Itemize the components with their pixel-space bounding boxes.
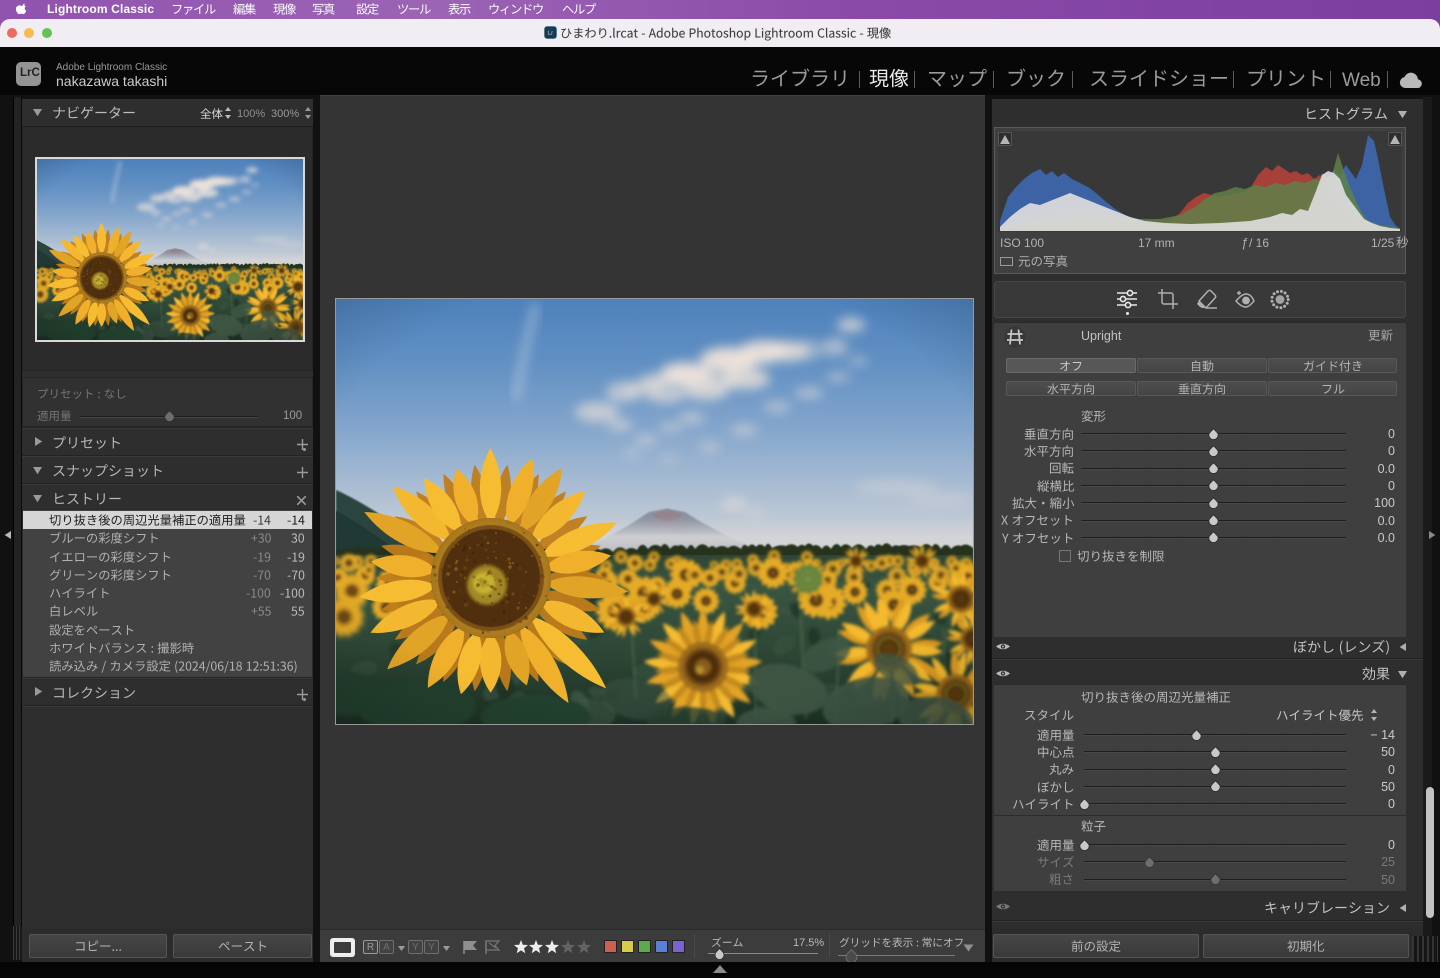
- svg-text:Lr: Lr: [548, 31, 553, 37]
